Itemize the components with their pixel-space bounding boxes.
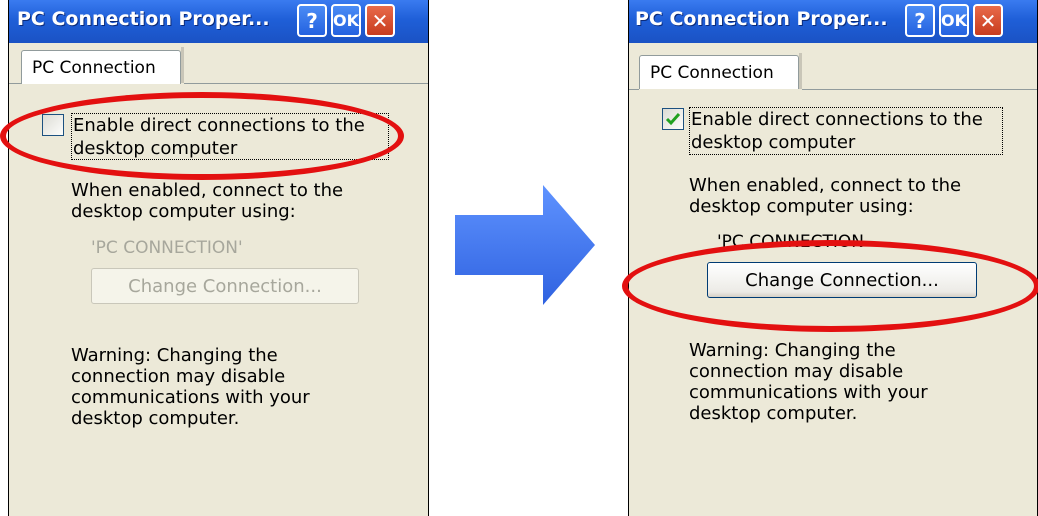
- warning-line: desktop computer.: [71, 408, 240, 429]
- highlight-ellipse-checkbox: [0, 92, 404, 180]
- tab-pc-connection[interactable]: PC Connection: [21, 50, 181, 84]
- when-enabled-text: When enabled, connect to the desktop com…: [71, 180, 343, 222]
- ok-label: OK: [333, 11, 359, 30]
- help-icon: ?: [306, 8, 318, 33]
- warning-line: communications with your: [71, 387, 310, 408]
- highlight-ellipse-change-button: [622, 240, 1038, 332]
- warning-line: connection may disable: [689, 361, 904, 382]
- description-line: When enabled, connect to the: [71, 180, 344, 201]
- description-line: When enabled, connect to the: [689, 175, 962, 196]
- tab-edge: [799, 53, 802, 89]
- description-line: desktop computer using:: [71, 201, 296, 222]
- tab-label: PC Connection: [650, 62, 774, 83]
- checkbox-label-line: desktop computer: [691, 132, 856, 153]
- warning-line: communications with your: [689, 382, 928, 403]
- warning-line: Warning: Changing the: [689, 340, 896, 361]
- tab-baseline: [802, 89, 1037, 90]
- tab-label: PC Connection: [32, 57, 156, 78]
- tab-baseline: [9, 83, 21, 84]
- enable-connections-checkbox[interactable]: [662, 108, 684, 130]
- when-enabled-text: When enabled, connect to the desktop com…: [689, 175, 961, 217]
- title-bar: PC Connection Proper... ? OK ✕: [629, 0, 1037, 43]
- title-bar: PC Connection Proper... ? OK ✕: [9, 0, 428, 43]
- help-icon: ?: [914, 8, 926, 33]
- dialog-title: PC Connection Proper...: [635, 8, 888, 30]
- close-icon: ✕: [979, 8, 997, 33]
- tab-baseline: [184, 83, 428, 84]
- warning-line: Warning: Changing the: [71, 345, 278, 366]
- close-icon: ✕: [371, 8, 389, 33]
- description-line: desktop computer using:: [689, 196, 914, 217]
- warning-text: Warning: Changing the connection may dis…: [689, 340, 928, 424]
- right-arrow-icon: [455, 185, 595, 305]
- ok-button[interactable]: OK: [331, 4, 361, 37]
- help-button[interactable]: ?: [297, 4, 327, 37]
- warning-line: connection may disable: [71, 366, 286, 387]
- close-button[interactable]: ✕: [973, 4, 1003, 37]
- warning-line: desktop computer.: [689, 403, 858, 424]
- dialog-title: PC Connection Proper...: [17, 8, 270, 30]
- warning-text: Warning: Changing the connection may dis…: [71, 345, 310, 429]
- connection-name: 'PC CONNECTION': [91, 238, 243, 258]
- tab-edge: [181, 47, 184, 83]
- ok-button[interactable]: OK: [939, 4, 969, 37]
- change-connection-label: Change Connection...: [128, 275, 322, 297]
- ok-label: OK: [941, 11, 967, 30]
- enable-connections-label[interactable]: Enable direct connections to the desktop…: [689, 107, 1003, 155]
- check-icon: [665, 113, 681, 126]
- help-button[interactable]: ?: [905, 4, 935, 37]
- left-dialog-window: PC Connection Proper... ? OK ✕ PC Connec…: [8, 0, 429, 516]
- tab-baseline: [629, 89, 639, 90]
- close-button[interactable]: ✕: [365, 4, 395, 37]
- change-connection-button[interactable]: Change Connection...: [91, 268, 359, 304]
- checkbox-label-line: Enable direct connections to the: [691, 109, 983, 130]
- tab-pc-connection[interactable]: PC Connection: [639, 55, 799, 89]
